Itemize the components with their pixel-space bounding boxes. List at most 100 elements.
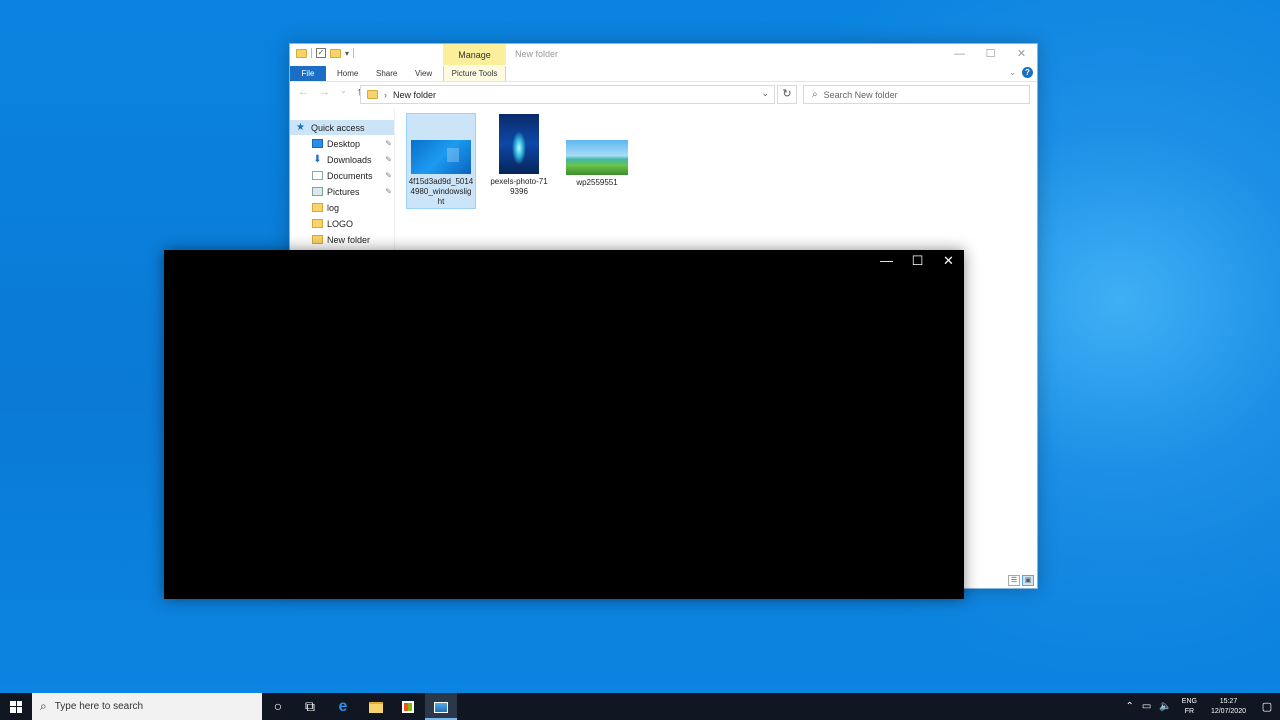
properties-icon[interactable]: ✓ xyxy=(316,48,326,58)
tab-view[interactable]: View xyxy=(415,66,432,81)
system-tray: ⌃ ▭ 🔈 ENG FR 15:27 12/07/2020 ▢ xyxy=(1121,693,1280,720)
taskbar-search-placeholder: Type here to search xyxy=(54,701,144,712)
details-view-icon[interactable]: ☰ xyxy=(1008,575,1020,586)
network-icon[interactable]: ▭ xyxy=(1142,701,1151,712)
customize-toolbar-icon[interactable]: ▾ xyxy=(345,49,349,58)
sidebar-item-label: Quick access xyxy=(311,122,365,133)
star-icon: ★ xyxy=(296,122,305,133)
sidebar-item-label: Desktop xyxy=(327,138,361,149)
search-placeholder: Search New folder xyxy=(823,89,898,100)
volume-icon[interactable]: 🔈 xyxy=(1159,701,1171,712)
sidebar-item-pictures[interactable]: Pictures ✎ xyxy=(290,184,394,199)
taskbar-search-box[interactable]: ⌕ Type here to search xyxy=(32,693,262,720)
address-bar-row: ← → ⌄ ↑ › New folder ⌄ ↻ ⌕ Search New fo… xyxy=(290,81,1037,104)
navigation-pane: ★ Quick access Desktop ✎ ⬇ Downloads ✎ D… xyxy=(290,114,394,254)
file-item[interactable]: pexels-photo-71 9396 xyxy=(484,114,554,204)
navigation-buttons: ← → ⌄ ↑ xyxy=(298,86,362,98)
pictures-icon xyxy=(312,187,323,196)
chevron-up-icon[interactable]: ⌃ xyxy=(1125,701,1133,712)
pin-icon[interactable]: ✎ xyxy=(385,187,392,196)
folder-icon xyxy=(367,90,378,99)
folder-icon xyxy=(312,203,323,212)
file-name: 4f15d3ad9d_5014 4980_windowslig ht xyxy=(408,177,474,206)
help-icon[interactable]: ? xyxy=(1022,67,1033,78)
explorer-titlebar[interactable]: ✓ ▾ Manage New folder — ☐ ✕ xyxy=(290,44,1037,66)
tab-file[interactable]: File xyxy=(290,66,326,81)
maximize-icon[interactable]: ☐ xyxy=(975,44,1006,64)
sidebar-item-log[interactable]: log xyxy=(290,200,394,215)
notification-icon[interactable]: ▢ xyxy=(1254,700,1280,713)
pin-icon[interactable]: ✎ xyxy=(385,139,392,148)
divider xyxy=(353,48,355,58)
large-icons-view-icon[interactable]: ▣ xyxy=(1022,575,1034,586)
maximize-icon[interactable]: ☐ xyxy=(902,250,933,272)
sidebar-item-new-folder[interactable]: New folder xyxy=(290,232,394,247)
ribbon-right: ⌄ ? xyxy=(1009,67,1033,78)
cortana-icon[interactable]: ○ xyxy=(262,693,294,720)
chevron-right-icon[interactable]: › xyxy=(384,90,387,100)
window-controls: — ☐ ✕ xyxy=(871,250,964,272)
image-thumbnail xyxy=(499,114,539,174)
folder-icon xyxy=(312,235,323,244)
file-item[interactable]: 4f15d3ad9d_5014 4980_windowslig ht xyxy=(406,113,476,209)
quick-access-toolbar: ✓ ▾ xyxy=(296,48,355,58)
expand-ribbon-icon[interactable]: ⌄ xyxy=(1009,68,1016,77)
tab-picture-tools[interactable]: Picture Tools xyxy=(443,66,506,81)
edge-icon[interactable]: e xyxy=(327,693,359,720)
sidebar-item-label: Pictures xyxy=(327,186,360,197)
file-item[interactable]: wp2559551 xyxy=(562,140,632,190)
file-explorer-icon[interactable] xyxy=(360,693,392,720)
file-name: pexels-photo-71 9396 xyxy=(490,177,548,196)
close-icon[interactable]: ✕ xyxy=(933,250,964,272)
tab-home[interactable]: Home xyxy=(337,66,358,81)
tab-manage[interactable]: Manage xyxy=(443,44,506,65)
sidebar-item-desktop[interactable]: Desktop ✎ xyxy=(290,136,394,151)
file-name: wp2559551 xyxy=(576,178,618,187)
language-indicator[interactable]: ENG FR xyxy=(1182,697,1197,717)
task-view-icon[interactable]: ⧉ xyxy=(294,693,326,720)
sidebar-item-downloads[interactable]: ⬇ Downloads ✎ xyxy=(290,152,394,167)
clock[interactable]: 15:27 12/07/2020 xyxy=(1211,697,1246,717)
pin-icon[interactable]: ✎ xyxy=(385,155,392,164)
store-icon[interactable] xyxy=(392,693,424,720)
search-icon: ⌕ xyxy=(812,89,818,100)
sidebar-item-label: Documents xyxy=(327,170,373,181)
tab-share[interactable]: Share xyxy=(376,66,397,81)
back-arrow-icon[interactable]: ← xyxy=(298,86,309,98)
documents-icon xyxy=(312,171,323,180)
photos-app-window[interactable]: — ☐ ✕ xyxy=(164,250,964,599)
search-icon: ⌕ xyxy=(40,699,47,713)
chevron-down-icon[interactable]: ⌄ xyxy=(761,88,769,99)
windows-logo-icon xyxy=(10,700,22,713)
close-icon[interactable]: ✕ xyxy=(1006,44,1037,64)
image-thumbnail xyxy=(566,140,628,175)
refresh-button[interactable]: ↻ xyxy=(777,85,797,104)
divider xyxy=(311,48,312,58)
search-input[interactable]: ⌕ Search New folder xyxy=(803,85,1030,104)
sidebar-item-label: Downloads xyxy=(327,154,372,165)
pin-icon[interactable]: ✎ xyxy=(385,171,392,180)
forward-arrow-icon[interactable]: → xyxy=(319,86,330,98)
folder-icon xyxy=(312,219,323,228)
sidebar-item-logo[interactable]: LOGO xyxy=(290,216,394,231)
sidebar-item-label: log xyxy=(327,202,340,213)
minimize-icon[interactable]: — xyxy=(944,44,975,64)
image-thumbnail xyxy=(411,140,471,174)
window-title: New folder xyxy=(515,49,559,59)
minimize-icon[interactable]: — xyxy=(871,250,902,272)
sidebar-item-quick-access[interactable]: ★ Quick access xyxy=(290,120,394,135)
sidebar-item-label: LOGO xyxy=(327,218,354,229)
sidebar-item-documents[interactable]: Documents ✎ xyxy=(290,168,394,183)
recent-locations-icon[interactable]: ⌄ xyxy=(340,86,347,98)
view-toggle: ☰ ▣ xyxy=(1008,575,1034,586)
address-path[interactable]: New folder xyxy=(393,90,436,100)
ribbon-tabs: File Home Share View Picture Tools ⌄ ? xyxy=(290,66,1037,81)
window-controls: — ☐ ✕ xyxy=(944,44,1037,64)
desktop-icon xyxy=(312,139,323,148)
folder-icon[interactable] xyxy=(296,48,307,58)
photos-icon[interactable] xyxy=(425,693,457,720)
new-folder-icon[interactable] xyxy=(330,48,341,58)
sidebar-item-label: New folder xyxy=(327,234,371,245)
address-bar[interactable]: › New folder ⌄ xyxy=(360,85,775,104)
start-button[interactable] xyxy=(0,693,32,720)
